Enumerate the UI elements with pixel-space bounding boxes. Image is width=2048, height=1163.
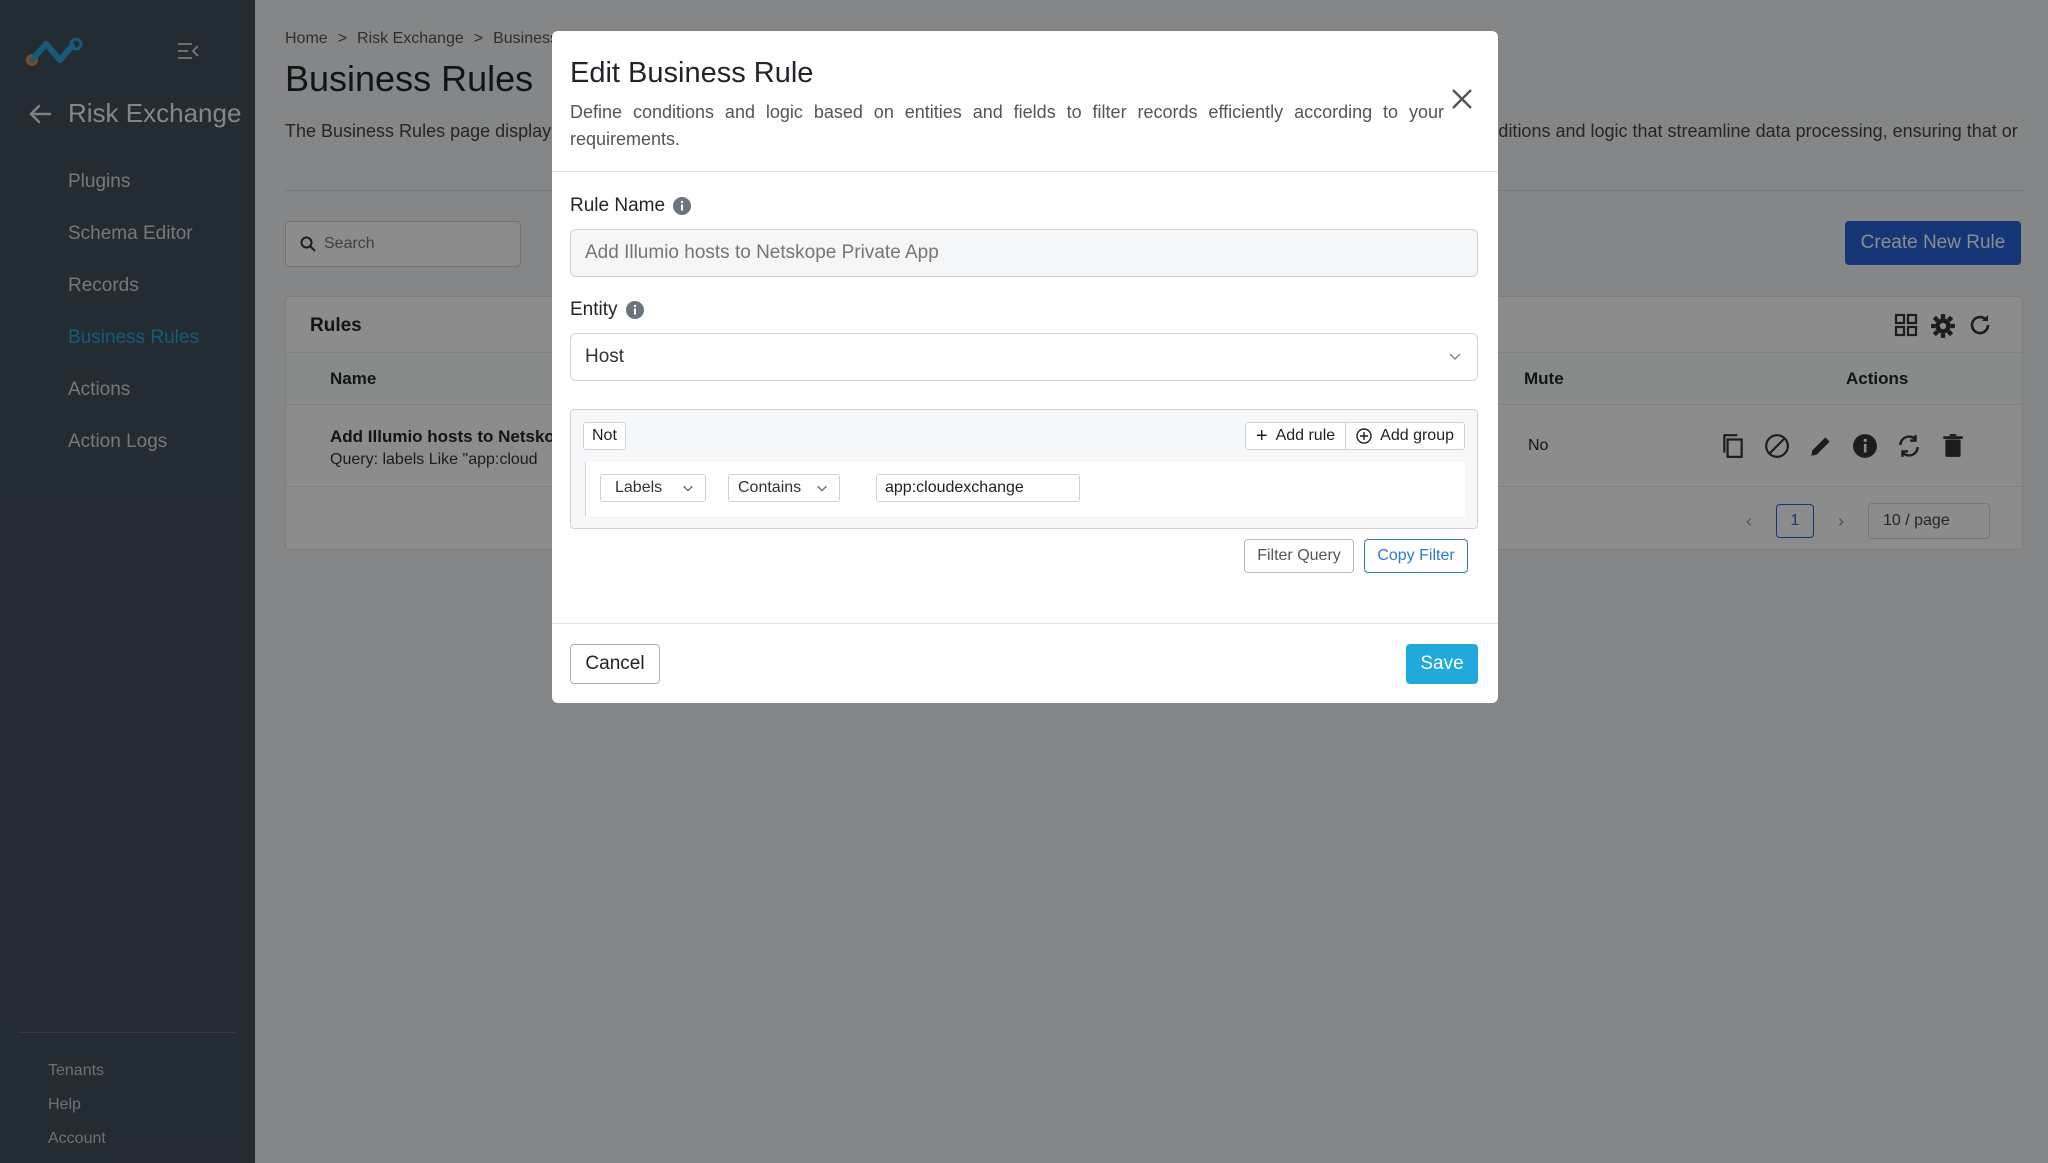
query-builder-actions: + Add rule Add group <box>1244 422 1465 450</box>
add-group-button[interactable]: Add group <box>1346 422 1465 450</box>
modal-description: Define conditions and logic based on ent… <box>570 102 1444 149</box>
filter-query-button[interactable]: Filter Query <box>1244 539 1354 573</box>
chevron-down-icon <box>683 485 693 492</box>
add-rule-label: Add rule <box>1275 427 1336 444</box>
field-value: Labels <box>615 479 663 496</box>
chevron-down-icon <box>1449 353 1461 361</box>
entity-value: Host <box>585 346 625 367</box>
plus-icon: + <box>1255 424 1268 447</box>
info-icon[interactable] <box>673 197 692 215</box>
info-icon[interactable] <box>625 301 644 319</box>
query-rule: Labels Contains <box>585 462 1465 516</box>
divider <box>552 171 1498 172</box>
operator-select[interactable]: Contains <box>728 474 840 502</box>
field-select[interactable]: Labels <box>600 474 706 502</box>
entity-label: Entity <box>570 299 644 321</box>
rule-value-input[interactable] <box>876 474 1080 502</box>
entity-select[interactable]: Host <box>570 333 1478 381</box>
rule-name-label: Rule Name <box>570 195 692 217</box>
copy-filter-button[interactable]: Copy Filter <box>1364 539 1468 573</box>
cancel-button[interactable]: Cancel <box>570 644 660 684</box>
plus-circle-icon <box>1356 428 1372 444</box>
operator-value: Contains <box>738 479 802 496</box>
add-rule-button[interactable]: + Add rule <box>1244 422 1347 450</box>
add-group-label: Add group <box>1380 427 1454 444</box>
entity-label-text: Entity <box>570 299 618 320</box>
edit-business-rule-modal: Edit Business Rule Define conditions and… <box>552 31 1498 703</box>
rule-name-label-text: Rule Name <box>570 195 666 216</box>
chevron-down-icon <box>817 485 827 492</box>
rule-name-input[interactable] <box>570 229 1478 277</box>
modal-title: Edit Business Rule <box>570 57 814 89</box>
save-button[interactable]: Save <box>1406 644 1478 684</box>
query-builder: Not + Add rule Add group Labels Contains <box>570 409 1478 529</box>
divider <box>552 623 1498 624</box>
close-icon[interactable] <box>1450 87 1474 111</box>
not-toggle-button[interactable]: Not <box>583 422 626 450</box>
